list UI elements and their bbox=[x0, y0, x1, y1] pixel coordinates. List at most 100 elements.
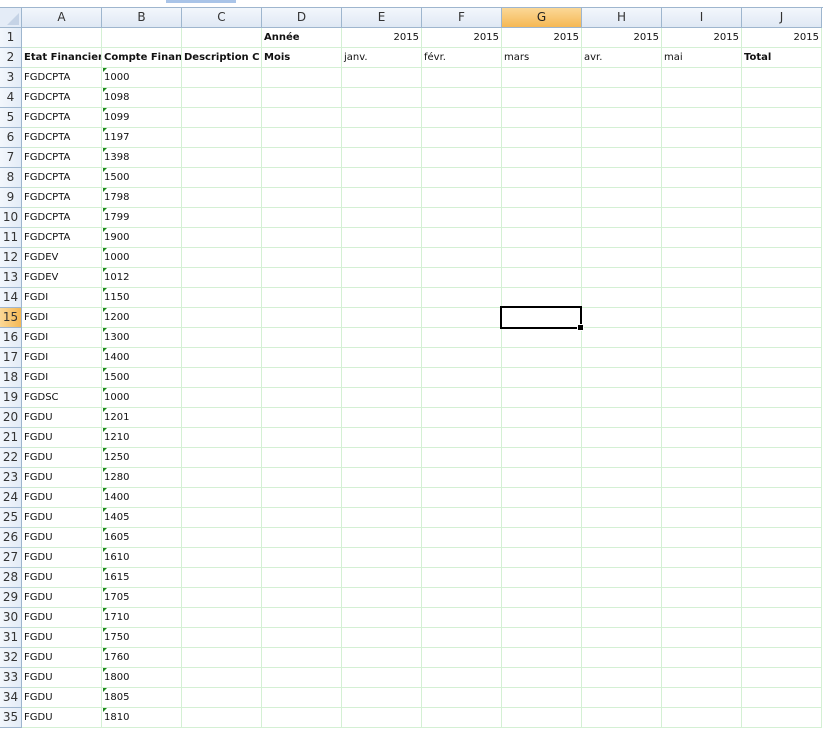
cell-D2[interactable]: Mois bbox=[262, 48, 342, 68]
column-header-J[interactable]: J bbox=[742, 8, 822, 28]
cell-H25[interactable] bbox=[582, 508, 662, 528]
cell-E22[interactable] bbox=[342, 448, 422, 468]
cell-B18[interactable]: 1500 bbox=[102, 368, 182, 388]
cell-A35[interactable]: FGDU bbox=[22, 708, 102, 728]
cell-D32[interactable] bbox=[262, 648, 342, 668]
cell-A3[interactable]: FGDCPTA bbox=[22, 68, 102, 88]
cell-A14[interactable]: FGDI bbox=[22, 288, 102, 308]
cell-I30[interactable] bbox=[662, 608, 742, 628]
cell-H14[interactable] bbox=[582, 288, 662, 308]
cell-I6[interactable] bbox=[662, 128, 742, 148]
cell-A26[interactable]: FGDU bbox=[22, 528, 102, 548]
cell-F16[interactable] bbox=[422, 328, 502, 348]
cell-I13[interactable] bbox=[662, 268, 742, 288]
cell-J12[interactable] bbox=[742, 248, 822, 268]
cell-D8[interactable] bbox=[262, 168, 342, 188]
cell-I33[interactable] bbox=[662, 668, 742, 688]
cell-H32[interactable] bbox=[582, 648, 662, 668]
cell-E10[interactable] bbox=[342, 208, 422, 228]
cell-D35[interactable] bbox=[262, 708, 342, 728]
cell-D4[interactable] bbox=[262, 88, 342, 108]
cell-H10[interactable] bbox=[582, 208, 662, 228]
cell-J11[interactable] bbox=[742, 228, 822, 248]
cell-E26[interactable] bbox=[342, 528, 422, 548]
cell-F14[interactable] bbox=[422, 288, 502, 308]
cell-J6[interactable] bbox=[742, 128, 822, 148]
cell-G33[interactable] bbox=[502, 668, 582, 688]
cell-J19[interactable] bbox=[742, 388, 822, 408]
cell-E33[interactable] bbox=[342, 668, 422, 688]
column-header-I[interactable]: I bbox=[662, 8, 742, 28]
cell-B6[interactable]: 1197 bbox=[102, 128, 182, 148]
cell-D28[interactable] bbox=[262, 568, 342, 588]
cell-F12[interactable] bbox=[422, 248, 502, 268]
cell-J31[interactable] bbox=[742, 628, 822, 648]
cell-I16[interactable] bbox=[662, 328, 742, 348]
cell-E34[interactable] bbox=[342, 688, 422, 708]
row-header-23[interactable]: 23 bbox=[0, 468, 22, 488]
cell-H30[interactable] bbox=[582, 608, 662, 628]
row-header-32[interactable]: 32 bbox=[0, 648, 22, 668]
cell-I14[interactable] bbox=[662, 288, 742, 308]
cell-H33[interactable] bbox=[582, 668, 662, 688]
cell-I10[interactable] bbox=[662, 208, 742, 228]
cell-H9[interactable] bbox=[582, 188, 662, 208]
cell-G1[interactable]: 2015 bbox=[502, 28, 582, 48]
cell-D23[interactable] bbox=[262, 468, 342, 488]
cell-E6[interactable] bbox=[342, 128, 422, 148]
cell-J21[interactable] bbox=[742, 428, 822, 448]
row-header-29[interactable]: 29 bbox=[0, 588, 22, 608]
cell-H11[interactable] bbox=[582, 228, 662, 248]
cell-G5[interactable] bbox=[502, 108, 582, 128]
cell-F19[interactable] bbox=[422, 388, 502, 408]
cell-E1[interactable]: 2015 bbox=[342, 28, 422, 48]
cell-F15[interactable] bbox=[422, 308, 502, 328]
cell-A33[interactable]: FGDU bbox=[22, 668, 102, 688]
cell-H20[interactable] bbox=[582, 408, 662, 428]
cell-F10[interactable] bbox=[422, 208, 502, 228]
cell-A2[interactable]: Etat Financier bbox=[22, 48, 102, 68]
cell-A8[interactable]: FGDCPTA bbox=[22, 168, 102, 188]
cell-G12[interactable] bbox=[502, 248, 582, 268]
cell-C21[interactable] bbox=[182, 428, 262, 448]
cell-F4[interactable] bbox=[422, 88, 502, 108]
cell-B34[interactable]: 1805 bbox=[102, 688, 182, 708]
cell-J3[interactable] bbox=[742, 68, 822, 88]
cell-H3[interactable] bbox=[582, 68, 662, 88]
cell-C23[interactable] bbox=[182, 468, 262, 488]
cell-E17[interactable] bbox=[342, 348, 422, 368]
cell-G13[interactable] bbox=[502, 268, 582, 288]
cell-C9[interactable] bbox=[182, 188, 262, 208]
cell-B19[interactable]: 1000 bbox=[102, 388, 182, 408]
cell-A28[interactable]: FGDU bbox=[22, 568, 102, 588]
cell-F22[interactable] bbox=[422, 448, 502, 468]
row-header-34[interactable]: 34 bbox=[0, 688, 22, 708]
cell-C19[interactable] bbox=[182, 388, 262, 408]
cell-G22[interactable] bbox=[502, 448, 582, 468]
cell-A30[interactable]: FGDU bbox=[22, 608, 102, 628]
cell-C30[interactable] bbox=[182, 608, 262, 628]
cell-F25[interactable] bbox=[422, 508, 502, 528]
cell-J28[interactable] bbox=[742, 568, 822, 588]
row-header-15[interactable]: 15 bbox=[0, 308, 22, 328]
row-header-6[interactable]: 6 bbox=[0, 128, 22, 148]
cell-E24[interactable] bbox=[342, 488, 422, 508]
cell-D29[interactable] bbox=[262, 588, 342, 608]
cell-J18[interactable] bbox=[742, 368, 822, 388]
cell-G27[interactable] bbox=[502, 548, 582, 568]
cell-E31[interactable] bbox=[342, 628, 422, 648]
cell-B1[interactable] bbox=[102, 28, 182, 48]
cell-H22[interactable] bbox=[582, 448, 662, 468]
column-header-B[interactable]: B bbox=[102, 8, 182, 28]
cell-G16[interactable] bbox=[502, 328, 582, 348]
cell-B5[interactable]: 1099 bbox=[102, 108, 182, 128]
cell-E35[interactable] bbox=[342, 708, 422, 728]
cell-F32[interactable] bbox=[422, 648, 502, 668]
cell-J7[interactable] bbox=[742, 148, 822, 168]
row-header-25[interactable]: 25 bbox=[0, 508, 22, 528]
column-header-A[interactable]: A bbox=[22, 8, 102, 28]
cell-A6[interactable]: FGDCPTA bbox=[22, 128, 102, 148]
cell-D19[interactable] bbox=[262, 388, 342, 408]
cell-I26[interactable] bbox=[662, 528, 742, 548]
cell-D9[interactable] bbox=[262, 188, 342, 208]
